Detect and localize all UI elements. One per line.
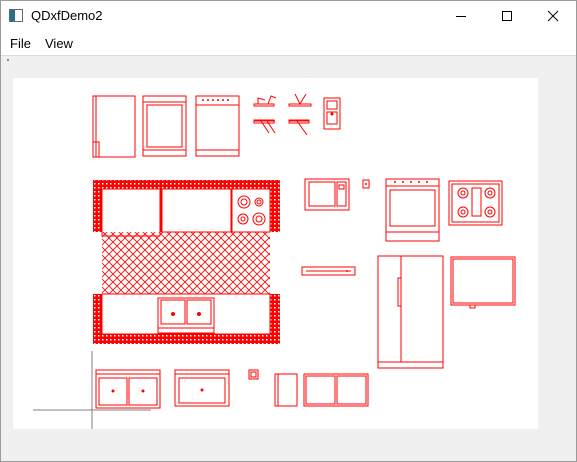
single-sink-block <box>174 369 230 407</box>
range-hood-block <box>301 266 356 276</box>
double-sink-block <box>95 369 161 409</box>
cabinet-door-block <box>274 373 298 407</box>
cabinet-block <box>92 95 136 158</box>
toolbar-grip[interactable] <box>7 59 9 61</box>
kitchen-counter-bottom <box>93 293 280 344</box>
minimize-icon <box>456 16 466 17</box>
close-button[interactable] <box>530 1 576 31</box>
crosshair-cursor <box>33 351 151 429</box>
menu-view[interactable]: View <box>45 36 73 51</box>
dxf-drawing-canvas[interactable] <box>13 78 538 429</box>
menu-file[interactable]: File <box>10 36 31 51</box>
app-window-icon <box>9 9 23 22</box>
maximize-icon <box>502 11 512 21</box>
toolbar-area <box>1 55 576 63</box>
wall-cabinet-block <box>450 256 516 309</box>
minimize-button[interactable] <box>438 1 484 31</box>
range-front-block <box>195 95 240 157</box>
dxf-drawing <box>33 93 516 429</box>
faucet-blocks <box>253 93 312 136</box>
menu-bar: File View <box>1 31 576 55</box>
tile-floor-hatch <box>102 232 270 296</box>
fixture-small-block <box>248 369 259 380</box>
window-title: QDxfDemo2 <box>31 8 103 23</box>
application-window: QDxfDemo2 File View <box>0 0 577 462</box>
base-cabinet-double-block <box>303 373 369 407</box>
outlet-block <box>362 179 370 189</box>
close-icon <box>547 10 559 22</box>
refrigerator-block <box>377 255 444 369</box>
kitchen-counter-top <box>93 180 280 237</box>
dishwasher-block <box>142 95 187 157</box>
microwave-block <box>304 178 350 211</box>
title-bar[interactable]: QDxfDemo2 <box>1 1 576 31</box>
wall-oven-block <box>323 97 341 130</box>
maximize-button[interactable] <box>484 1 530 31</box>
range-oven-block <box>385 178 440 242</box>
cooktop-block <box>448 180 503 226</box>
